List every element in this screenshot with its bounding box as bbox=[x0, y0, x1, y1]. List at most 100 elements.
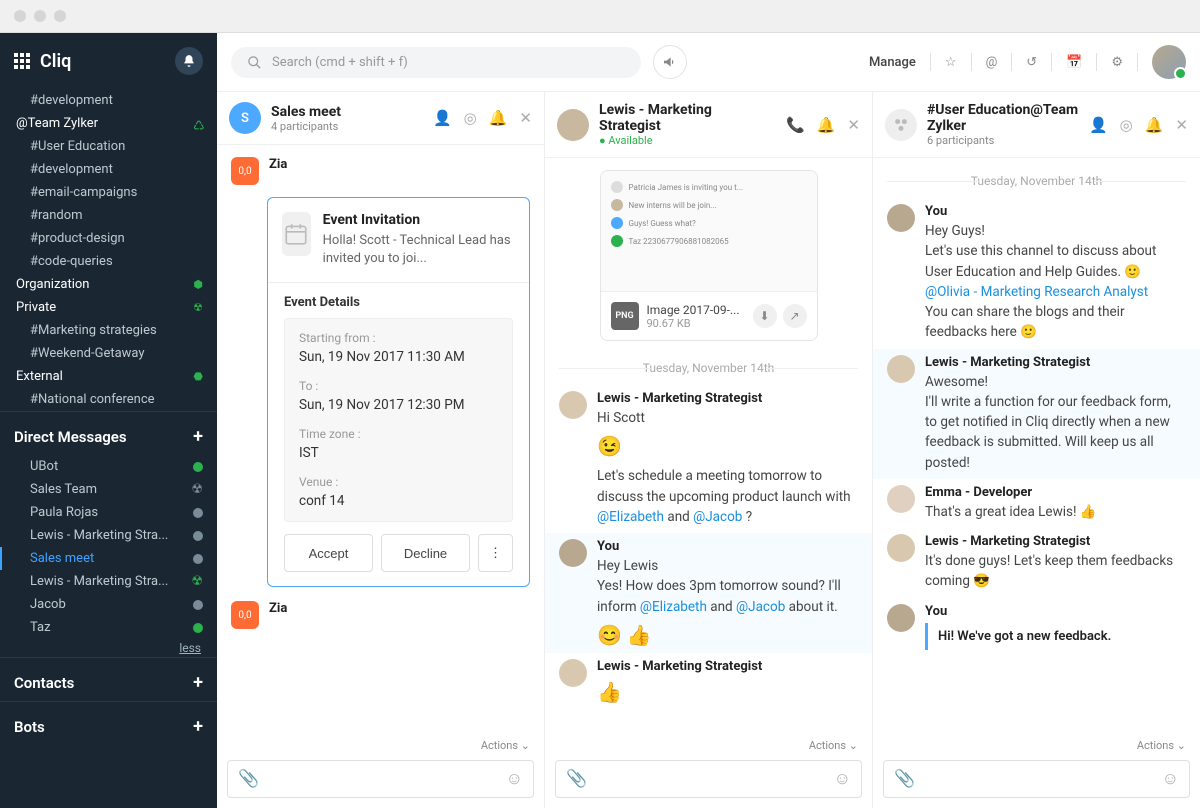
panel-title: #User Education@Team Zylker bbox=[927, 102, 1079, 134]
download-icon[interactable]: ⬇ bbox=[753, 304, 777, 328]
sidebar-dm[interactable]: Lewis - Marketing Stra... bbox=[0, 524, 217, 547]
star-icon[interactable]: ☆ bbox=[945, 55, 957, 70]
sidebar-dm[interactable]: Taz bbox=[0, 616, 217, 639]
message-text: Yes! How does 3pm tomorrow sound? I'll i… bbox=[597, 576, 858, 617]
sidebar-channel[interactable]: #product-design bbox=[0, 227, 217, 250]
calendar-icon bbox=[282, 212, 311, 256]
event-details-header: Event Details bbox=[268, 283, 529, 318]
mention[interactable]: @Elizabeth bbox=[597, 509, 664, 525]
bell-icon[interactable]: 🔔 bbox=[489, 109, 508, 127]
plus-icon[interactable]: + bbox=[193, 716, 203, 737]
sidebar-dm-header[interactable]: Direct Messages+ bbox=[0, 411, 217, 455]
message-input[interactable] bbox=[923, 772, 1153, 787]
panel-lewis: Lewis - Marketing Strategist ● Available… bbox=[545, 92, 873, 808]
sidebar-channel[interactable]: #development bbox=[0, 89, 217, 112]
traffic-light-max[interactable] bbox=[54, 10, 66, 22]
close-icon[interactable]: ✕ bbox=[847, 116, 860, 134]
announce-button[interactable] bbox=[653, 45, 687, 79]
sidebar-dm[interactable]: Jacob bbox=[0, 593, 217, 616]
more-button[interactable]: ⋮ bbox=[478, 534, 513, 572]
plus-icon[interactable]: + bbox=[193, 672, 203, 693]
attach-icon[interactable]: 📎 bbox=[566, 769, 587, 789]
panel-sales-meet: S Sales meet 4 participants 👤 ◎ 🔔 ✕ 0,0 bbox=[217, 92, 545, 808]
sender-name: Zia bbox=[269, 601, 530, 616]
date-separator: Tuesday, November 14th bbox=[545, 351, 872, 385]
sidebar-channel[interactable]: #code-queries bbox=[0, 250, 217, 273]
sidebar-bots-header[interactable]: Bots+ bbox=[0, 701, 217, 745]
calendar-icon[interactable]: 📅 bbox=[1066, 55, 1082, 70]
message-text: You can share the blogs and their feedba… bbox=[925, 302, 1186, 343]
attach-icon[interactable]: 📎 bbox=[238, 769, 259, 789]
actions-link[interactable]: Actions ⌄ bbox=[545, 737, 872, 756]
emoji-icon[interactable]: ☺ bbox=[1162, 769, 1179, 789]
notifications-button[interactable] bbox=[175, 47, 203, 75]
emoji-reaction: 👍 bbox=[597, 680, 858, 704]
message-text: Hey Guys! bbox=[925, 221, 1186, 241]
sidebar-channel[interactable]: #email-campaigns bbox=[0, 181, 217, 204]
brand[interactable]: Cliq bbox=[14, 51, 71, 72]
file-attachment[interactable]: Patricia James is inviting you t... New … bbox=[600, 170, 818, 341]
close-icon[interactable]: ✕ bbox=[1175, 116, 1188, 134]
close-icon[interactable]: ✕ bbox=[519, 109, 532, 127]
sidebar-external[interactable]: External⬣ bbox=[0, 365, 217, 388]
sidebar-channel[interactable]: #Weekend-Getaway bbox=[0, 342, 217, 365]
attach-icon[interactable]: 📎 bbox=[894, 769, 915, 789]
actions-link[interactable]: Actions ⌄ bbox=[217, 737, 544, 756]
sender-name: Lewis - Marketing Strategist bbox=[925, 534, 1186, 549]
traffic-light-min[interactable] bbox=[34, 10, 46, 22]
decline-button[interactable]: Decline bbox=[381, 534, 470, 572]
mention[interactable]: @Jacob bbox=[693, 509, 742, 525]
sidebar-org[interactable]: Organization⬢ bbox=[0, 273, 217, 296]
sidebar-dm[interactable]: UBot bbox=[0, 455, 217, 478]
accept-button[interactable]: Accept bbox=[284, 534, 373, 572]
bell-icon[interactable]: 🔔 bbox=[1145, 116, 1164, 134]
sidebar-contacts-header[interactable]: Contacts+ bbox=[0, 657, 217, 701]
bell-icon[interactable]: 🔔 bbox=[817, 116, 836, 134]
composer[interactable]: 📎 ☺ bbox=[883, 760, 1190, 798]
sidebar-channel[interactable]: #National conference bbox=[0, 388, 217, 411]
search-input[interactable]: Search (cmd + shift + f) bbox=[231, 47, 641, 78]
composer[interactable]: 📎 ☺ bbox=[227, 760, 534, 798]
phone-icon[interactable]: 📞 bbox=[786, 116, 805, 134]
show-less-link[interactable]: less bbox=[0, 639, 217, 657]
mention[interactable]: @Elizabeth bbox=[640, 599, 707, 615]
emoji-icon[interactable]: ☺ bbox=[506, 769, 523, 789]
sidebar-channel[interactable]: #development bbox=[0, 158, 217, 181]
sidebar-channel[interactable]: #random bbox=[0, 204, 217, 227]
gear-icon[interactable]: ⚙ bbox=[1111, 55, 1123, 70]
sidebar-dm[interactable]: Paula Rojas bbox=[0, 501, 217, 524]
avatar bbox=[559, 391, 587, 419]
share-icon[interactable]: ↗ bbox=[783, 304, 807, 328]
actions-link[interactable]: Actions ⌄ bbox=[873, 737, 1200, 756]
zia-avatar: 0,0 bbox=[231, 157, 259, 185]
sidebar-dm-selected[interactable]: Sales meet bbox=[0, 547, 217, 570]
add-user-icon[interactable]: 👤 bbox=[1089, 116, 1108, 134]
mentions-icon[interactable]: @ bbox=[986, 55, 998, 70]
message-input[interactable] bbox=[267, 772, 497, 787]
sidebar-private[interactable]: Private☢ bbox=[0, 296, 217, 319]
sidebar-channel[interactable]: #Marketing strategies bbox=[0, 319, 217, 342]
mention[interactable]: @Olivia - Marketing Research Analyst bbox=[925, 284, 1148, 300]
detail-value: Sun, 19 Nov 2017 12:30 PM bbox=[299, 397, 498, 413]
manage-link[interactable]: Manage bbox=[869, 55, 916, 70]
sidebar-channel[interactable]: #User Education bbox=[0, 135, 217, 158]
mention[interactable]: @Jacob bbox=[736, 599, 785, 615]
composer[interactable]: 📎 ☺ bbox=[555, 760, 862, 798]
detail-value: Sun, 19 Nov 2017 11:30 AM bbox=[299, 349, 498, 365]
detail-value: conf 14 bbox=[299, 493, 498, 509]
traffic-light-close[interactable] bbox=[14, 10, 26, 22]
sidebar-dm[interactable]: Lewis - Marketing Stra...☢ bbox=[0, 570, 217, 593]
broadcast-icon[interactable]: ◎ bbox=[464, 109, 477, 127]
emoji-icon[interactable]: ☺ bbox=[834, 769, 851, 789]
message-input[interactable] bbox=[595, 772, 825, 787]
broadcast-icon[interactable]: ◎ bbox=[1120, 116, 1133, 134]
message-text: That's a great idea Lewis! 👍 bbox=[925, 502, 1186, 522]
detail-label: To : bbox=[299, 379, 498, 393]
plus-icon[interactable]: + bbox=[193, 426, 203, 447]
history-icon[interactable]: ↺ bbox=[1026, 55, 1037, 70]
sidebar-team[interactable]: @Team Zylker♺ bbox=[0, 112, 217, 135]
avatar-me[interactable] bbox=[1152, 45, 1186, 79]
add-user-icon[interactable]: 👤 bbox=[433, 109, 452, 127]
sidebar-dm[interactable]: Sales Team☢ bbox=[0, 478, 217, 501]
sender-name: Zia bbox=[269, 157, 530, 172]
